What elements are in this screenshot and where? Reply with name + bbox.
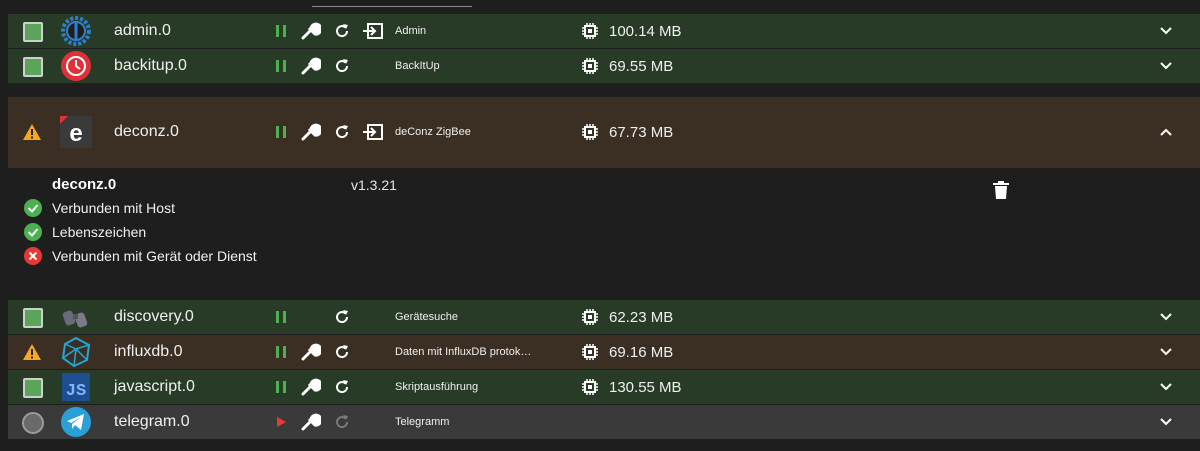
- memory-chip-icon: [581, 308, 599, 326]
- adapter-row-javascript[interactable]: JS javascript.0 Skriptausführung 130.55 …: [8, 370, 1200, 404]
- admin-gear-icon: [60, 15, 92, 47]
- pause-button[interactable]: [270, 341, 292, 363]
- influxdb-cube-icon: [60, 336, 92, 368]
- check-ok-icon: [24, 223, 42, 241]
- memory-chip-icon: [581, 22, 599, 40]
- adapter-row-discovery[interactable]: discovery.0 Gerätesuche 62.23 MB: [8, 300, 1200, 334]
- check-error-icon: [24, 247, 42, 265]
- telegram-plane-icon: [60, 406, 92, 438]
- adapter-name: discovery.0: [114, 308, 194, 325]
- chevron-up-icon[interactable]: [1158, 124, 1174, 140]
- status-ok-indicator: [23, 57, 43, 77]
- pause-button[interactable]: [270, 20, 292, 42]
- restart-icon[interactable]: [331, 55, 353, 77]
- adapter-row-influxdb[interactable]: influxdb.0 Daten mit InfluxDB protok… 69…: [8, 335, 1200, 369]
- adapter-title: Daten mit InfluxDB protok…: [395, 346, 532, 358]
- chevron-down-icon[interactable]: [1158, 414, 1174, 430]
- adapter-title: BackItUp: [395, 60, 440, 72]
- adapter-title: Skriptausführung: [395, 381, 479, 393]
- chevron-down-icon[interactable]: [1158, 23, 1174, 39]
- memory-value: 130.55 MB: [609, 379, 682, 396]
- adapter-row-telegram[interactable]: telegram.0 Telegramm: [8, 405, 1200, 439]
- svg-text:e: e: [69, 120, 82, 147]
- pause-button[interactable]: [270, 55, 292, 77]
- chevron-down-icon[interactable]: [1158, 344, 1174, 360]
- wrench-icon[interactable]: [300, 121, 322, 143]
- chevron-down-icon[interactable]: [1158, 309, 1174, 325]
- check-label: Verbunden mit Gerät oder Dienst: [52, 248, 257, 264]
- open-link-icon[interactable]: [362, 20, 384, 42]
- restart-icon[interactable]: [331, 20, 353, 42]
- top-divider: [312, 6, 472, 7]
- adapter-name: backitup.0: [114, 57, 187, 74]
- pause-button[interactable]: [270, 376, 292, 398]
- memory-value: 62.23 MB: [609, 309, 674, 326]
- details-version: v1.3.21: [351, 177, 397, 193]
- check-label: Verbunden mit Host: [52, 200, 175, 216]
- adapter-details-panel: deconz.0 v1.3.21 Verbunden mit Host Lebe…: [8, 168, 1200, 290]
- warning-icon: [22, 123, 42, 141]
- memory-chip-icon: [581, 343, 599, 361]
- memory-value: 100.14 MB: [609, 23, 682, 40]
- status-ok-indicator: [23, 22, 43, 42]
- play-button[interactable]: [270, 411, 292, 433]
- discovery-binoculars-icon: [60, 301, 92, 333]
- adapter-row-backitup[interactable]: backitup.0 BackItUp 69.55 MB: [8, 49, 1200, 83]
- check-ok-icon: [24, 199, 42, 217]
- pause-button[interactable]: [270, 121, 292, 143]
- wrench-icon[interactable]: [300, 20, 322, 42]
- adapter-name: deconz.0: [114, 123, 179, 140]
- status-ok-indicator: [23, 308, 43, 328]
- memory-value: 69.55 MB: [609, 58, 674, 75]
- deconz-e-icon: e: [60, 116, 92, 148]
- backitup-clock-icon: [60, 50, 92, 82]
- warning-icon: [22, 343, 42, 361]
- details-title: deconz.0: [52, 176, 117, 193]
- check-device: Verbunden mit Gerät oder Dienst: [24, 247, 257, 265]
- status-ok-indicator: [23, 378, 43, 398]
- adapter-name: javascript.0: [114, 378, 195, 395]
- restart-icon-disabled: [331, 411, 353, 433]
- adapter-name: admin.0: [114, 22, 171, 39]
- status-off-indicator: [22, 412, 44, 434]
- chevron-down-icon[interactable]: [1158, 379, 1174, 395]
- pause-button[interactable]: [270, 306, 292, 328]
- wrench-icon[interactable]: [300, 376, 322, 398]
- adapter-row-admin[interactable]: admin.0 Admin 100.14 MB: [8, 14, 1200, 48]
- memory-chip-icon: [581, 123, 599, 141]
- trash-icon[interactable]: [992, 180, 1010, 200]
- check-alive: Lebenszeichen: [24, 223, 146, 241]
- restart-icon[interactable]: [331, 376, 353, 398]
- adapter-title: Admin: [395, 25, 427, 37]
- chevron-down-icon[interactable]: [1158, 58, 1174, 74]
- adapter-name: telegram.0: [114, 413, 190, 430]
- javascript-js-icon: JS: [60, 371, 92, 403]
- adapter-name: influxdb.0: [114, 343, 183, 360]
- memory-chip-icon: [581, 378, 599, 396]
- adapter-title: Telegramm: [395, 416, 450, 428]
- memory-chip-icon: [581, 57, 599, 75]
- memory-value: 69.16 MB: [609, 344, 674, 361]
- check-host: Verbunden mit Host: [24, 199, 175, 217]
- svg-text:JS: JS: [66, 382, 86, 401]
- check-label: Lebenszeichen: [52, 224, 147, 240]
- adapter-row-deconz[interactable]: e deconz.0 deConz ZigBee 67.73 MB: [8, 97, 1200, 168]
- open-link-icon[interactable]: [362, 121, 384, 143]
- restart-icon[interactable]: [331, 341, 353, 363]
- restart-icon[interactable]: [331, 306, 353, 328]
- memory-value: 67.73 MB: [609, 124, 674, 141]
- wrench-icon[interactable]: [300, 411, 322, 433]
- wrench-icon[interactable]: [300, 341, 322, 363]
- adapter-title: deConz ZigBee: [395, 126, 471, 138]
- restart-icon[interactable]: [331, 121, 353, 143]
- wrench-icon[interactable]: [300, 55, 322, 77]
- adapter-title: Gerätesuche: [395, 311, 458, 323]
